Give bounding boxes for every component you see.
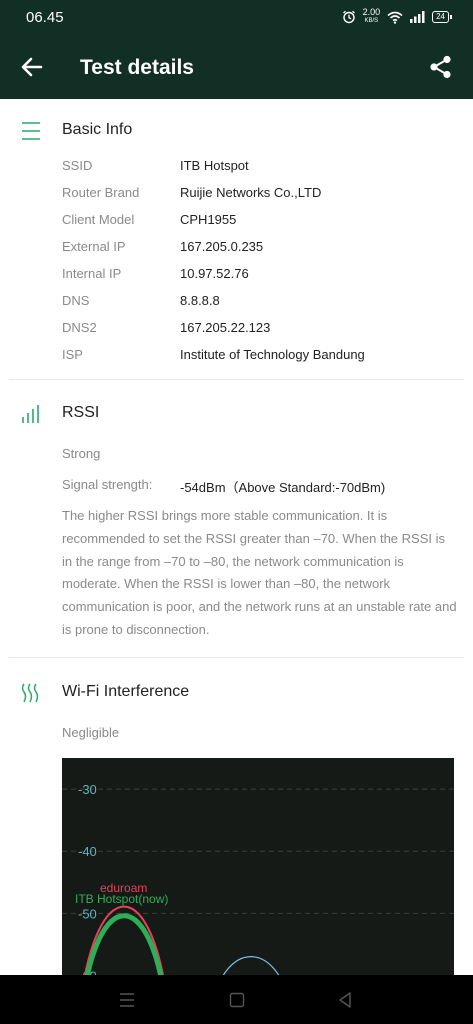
home-square-icon[interactable] xyxy=(226,989,248,1011)
info-value: 167.205.22.123 xyxy=(180,320,271,335)
info-row-router-brand: Router Brand Ruijie Networks Co.,LTD xyxy=(62,185,462,205)
back-triangle-icon[interactable] xyxy=(334,989,356,1011)
y-tick-label: -50 xyxy=(78,906,97,921)
interference-level: Negligible xyxy=(62,725,120,740)
info-value: 167.205.0.235 xyxy=(180,239,264,254)
share-icon[interactable] xyxy=(427,53,455,81)
cell-signal-icon xyxy=(410,11,425,23)
rssi-title: RSSI xyxy=(62,404,100,421)
app-bar: Test details xyxy=(0,36,473,99)
signal-strength-row: Signal strength: -54dBm（Above Standard:-… xyxy=(62,477,462,497)
test-details-content: Basic Info SSID ITB Hotspot Router Brand… xyxy=(0,99,473,975)
info-label: SSID xyxy=(62,158,93,173)
info-value: 8.8.8.8 xyxy=(180,293,220,308)
info-row-ssid: SSID ITB Hotspot xyxy=(62,158,462,178)
basic-info-title: Basic Info xyxy=(62,121,133,138)
net-speed-unit: KB/S xyxy=(364,18,379,24)
info-label: DNS2 xyxy=(62,320,97,335)
info-row-internal-ip: Internal IP 10.97.52.76 xyxy=(62,266,462,286)
interference-title: Wi-Fi Interference xyxy=(62,683,190,700)
info-label: External IP xyxy=(62,239,126,254)
section-divider xyxy=(9,379,464,380)
rssi-header: RSSI xyxy=(0,398,473,428)
signal-strength-label: Signal strength: xyxy=(62,477,153,492)
y-tick-label: -30 xyxy=(78,782,97,797)
info-label: DNS xyxy=(62,293,90,308)
list-icon xyxy=(22,122,40,140)
info-value: Ruijie Networks Co.,LTD xyxy=(180,185,322,200)
info-row-external-ip: External IP 167.205.0.235 xyxy=(62,239,462,259)
info-label: Router Brand xyxy=(62,185,140,200)
y-tick-label: -40 xyxy=(78,844,97,859)
info-row-isp: ISP Institute of Technology Bandung xyxy=(62,347,462,367)
rssi-level: Strong xyxy=(62,446,101,461)
wifi-icon xyxy=(387,11,403,24)
signal-bars-icon xyxy=(22,405,39,423)
status-bar: 06.45 2.00 KB/S 24 xyxy=(0,0,473,36)
info-label: Internal IP xyxy=(62,266,122,281)
alarm-icon xyxy=(342,10,355,24)
arrow-left-icon[interactable] xyxy=(18,53,46,81)
info-label: Client Model xyxy=(62,212,135,227)
info-value: 10.97.52.76 xyxy=(180,266,249,281)
net-speed-value: 2.00 xyxy=(362,7,381,17)
menu-icon[interactable] xyxy=(116,989,138,1011)
info-value: Institute of Technology Bandung xyxy=(180,347,365,362)
info-label: ISP xyxy=(62,347,83,362)
info-row-dns2: DNS2 167.205.22.123 xyxy=(62,320,462,340)
battery-icon: 24 xyxy=(432,11,452,23)
interference-chart-svg: -30-40-50-60eduroamITB Hotspot(now) xyxy=(62,782,454,975)
info-row-dns: DNS 8.8.8.8 xyxy=(62,293,462,313)
rssi-description: The higher RSSI brings more stable commu… xyxy=(62,508,457,637)
interference-chart: -30-40-50-60eduroamITB Hotspot(now) xyxy=(62,758,454,975)
section-divider xyxy=(9,657,464,658)
status-time: 06.45 xyxy=(26,9,64,26)
interference-header: Wi-Fi Interference xyxy=(0,677,473,707)
basic-info-header: Basic Info xyxy=(0,115,473,145)
series-label: ITB Hotspot(now) xyxy=(75,892,168,906)
info-value: CPH1955 xyxy=(180,212,237,227)
info-value: ITB Hotspot xyxy=(180,158,249,173)
signal-strength-value: -54dBm（Above Standard:-70dBm) xyxy=(180,480,386,495)
system-nav-bar xyxy=(0,975,473,1024)
net-speed: 2.00 KB/S xyxy=(363,8,381,26)
info-row-client-model: Client Model CPH1955 xyxy=(62,212,462,232)
waves-icon xyxy=(21,683,39,703)
chart-series-curve xyxy=(222,956,280,975)
chart-series-curve xyxy=(85,913,163,975)
status-icons: 2.00 KB/S 24 xyxy=(342,8,452,26)
page-title: Test details xyxy=(80,56,194,79)
